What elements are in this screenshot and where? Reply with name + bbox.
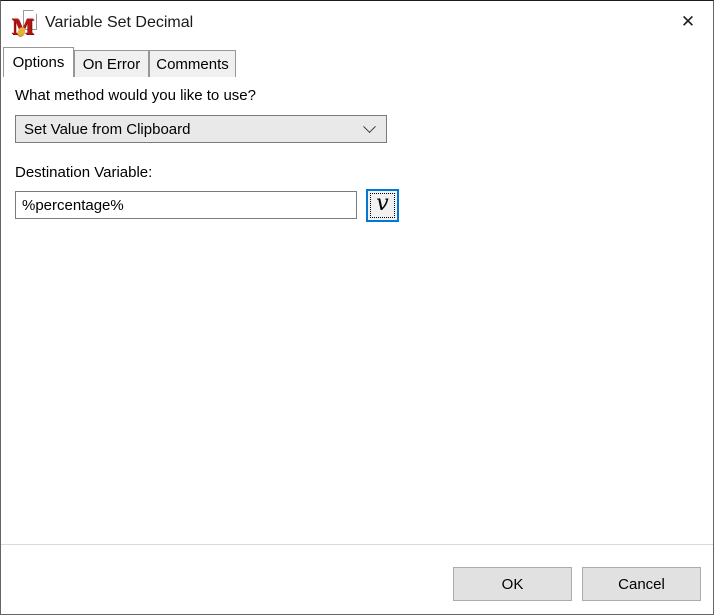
title-bar: M Variable Set Decimal ✕ (1, 1, 713, 47)
destination-variable-label: Destination Variable: (15, 164, 152, 181)
dialog-window: M Variable Set Decimal ✕ Options On Erro… (0, 0, 714, 615)
window-title: Variable Set Decimal (45, 14, 193, 32)
tab-options[interactable]: Options (3, 47, 74, 77)
cancel-button[interactable]: Cancel (582, 567, 701, 601)
options-tab-page: What method would you like to use? Set V… (2, 77, 712, 544)
tab-on-error[interactable]: On Error (74, 50, 149, 77)
chevron-down-icon (363, 120, 376, 133)
variable-picker-button[interactable]: v (366, 189, 399, 222)
method-dropdown[interactable]: Set Value from Clipboard (15, 115, 387, 143)
method-label: What method would you like to use? (15, 87, 256, 104)
method-dropdown-value: Set Value from Clipboard (24, 121, 365, 138)
destination-variable-input[interactable] (15, 191, 357, 219)
variable-v-icon: v (376, 193, 388, 215)
tab-strip: Options On Error Comments (1, 47, 713, 77)
ok-button[interactable]: OK (453, 567, 572, 601)
button-bar: OK Cancel (1, 545, 713, 614)
macro-express-icon: M (11, 10, 37, 37)
tab-comments[interactable]: Comments (149, 50, 236, 77)
close-icon[interactable]: ✕ (673, 7, 703, 37)
